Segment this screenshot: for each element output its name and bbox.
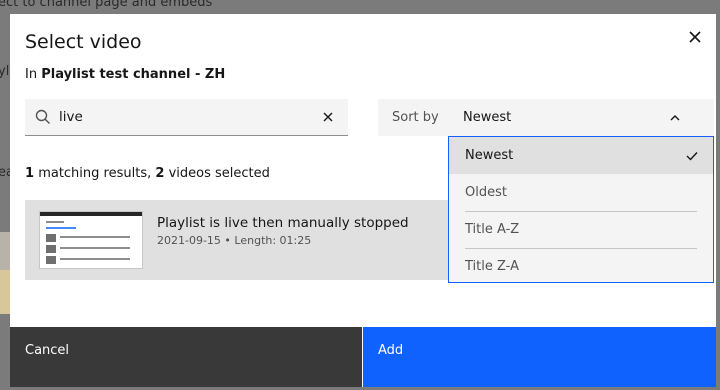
channel-name: Playlist test channel - ZH <box>41 67 226 82</box>
chevron-up-icon <box>670 115 680 121</box>
modal-title: Select video <box>25 31 142 53</box>
close-button[interactable] <box>685 27 705 47</box>
sort-label: Sort by <box>392 110 439 125</box>
close-icon <box>689 31 701 43</box>
video-list-item[interactable]: Playlist is live then manually stopped 2… <box>25 200 450 280</box>
search-field[interactable] <box>25 99 348 136</box>
add-button-label: Add <box>378 343 404 358</box>
background-text: ect to channel page and embeds <box>0 0 213 10</box>
cancel-button-label: Cancel <box>25 343 70 358</box>
matching-text: matching results, <box>38 166 152 181</box>
sort-options-menu: Newest Oldest Title A-Z Title Z-A <box>448 136 714 283</box>
add-button[interactable]: Add <box>363 327 716 387</box>
selected-count: 2 <box>155 166 165 181</box>
sort-option-title-z-a[interactable]: Title Z-A <box>449 248 713 282</box>
sort-option-label: Title A-Z <box>465 222 520 237</box>
search-input[interactable] <box>59 99 309 135</box>
sort-option-label: Oldest <box>465 185 507 200</box>
results-summary: 1 matching results, 2 videos selected <box>25 166 270 181</box>
search-icon <box>35 109 50 124</box>
divider <box>465 211 697 212</box>
video-title: Playlist is live then manually stopped <box>157 215 409 231</box>
context-prefix: In <box>25 67 38 82</box>
sort-option-title-a-z[interactable]: Title A-Z <box>449 211 713 248</box>
video-thumbnail <box>39 211 143 269</box>
sort-option-newest[interactable]: Newest <box>449 137 713 174</box>
cancel-button[interactable]: Cancel <box>10 327 362 387</box>
sort-option-label: Newest <box>465 148 514 163</box>
divider <box>465 248 697 249</box>
select-video-modal: Select video In Playlist test channel - … <box>10 14 716 387</box>
sort-option-oldest[interactable]: Oldest <box>449 174 713 211</box>
sort-selected-value: Newest <box>463 110 512 125</box>
channel-context: In Playlist test channel - ZH <box>25 67 225 82</box>
sort-option-label: Title Z-A <box>465 259 519 274</box>
clear-search-icon[interactable] <box>321 110 335 124</box>
matching-count: 1 <box>25 166 35 181</box>
background-text: yl <box>0 64 10 79</box>
sort-dropdown[interactable]: Sort by Newest <box>378 99 714 136</box>
selected-text: videos selected <box>168 166 270 181</box>
checkmark-icon <box>686 152 698 161</box>
video-meta: 2021-09-15 • Length: 01:25 <box>157 234 312 247</box>
